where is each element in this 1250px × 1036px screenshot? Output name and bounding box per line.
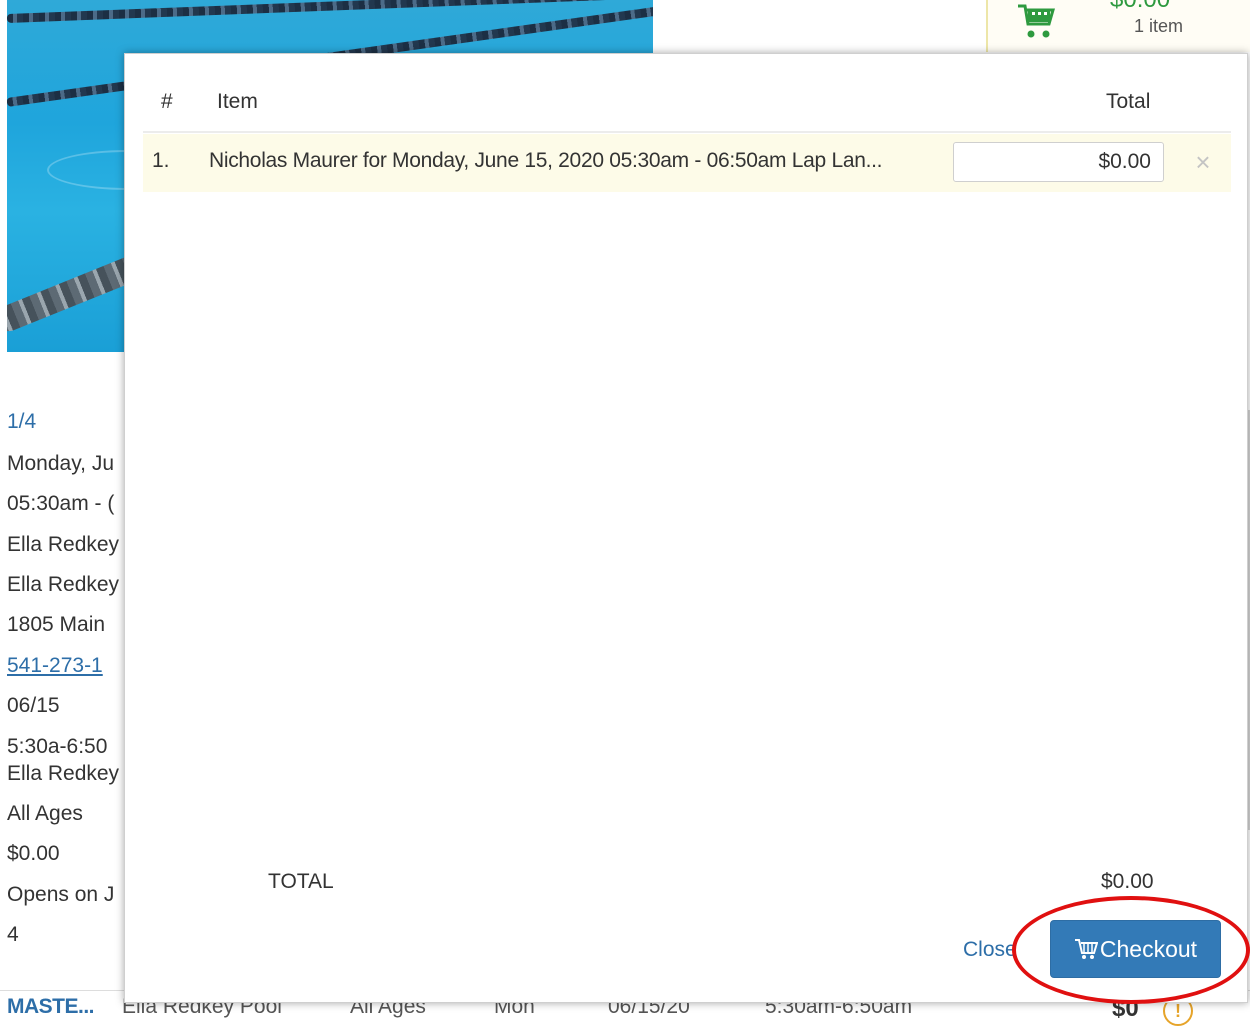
- close-x-icon[interactable]: ×: [1189, 148, 1217, 176]
- column-header-total: Total: [1106, 90, 1151, 113]
- session-short-facility: Ella Redkey: [7, 762, 120, 785]
- checkout-label: Checkout: [1099, 935, 1198, 962]
- session-short-date: 06/15: [7, 694, 60, 717]
- checkout-button[interactable]: Checkout: [1050, 920, 1221, 978]
- cart-item-number: 1.: [152, 149, 170, 172]
- column-header-number: #: [161, 90, 173, 113]
- session-address: 1805 Main: [7, 613, 106, 636]
- total-label: TOTAL: [268, 870, 334, 893]
- cart-item-description: Nicholas Maurer for Monday, June 15, 202…: [209, 149, 883, 172]
- cart-icon: [1018, 4, 1055, 38]
- cart-icon: [1074, 939, 1098, 959]
- session-short-time: 5:30a-6:50: [7, 735, 108, 758]
- cart-total: $0.00: [1110, 0, 1170, 14]
- total-value: $0.00: [1101, 870, 1154, 893]
- session-price: $0.00: [7, 842, 60, 865]
- mini-cart[interactable]: $0.00 1 item: [986, 0, 1250, 52]
- column-header-item: Item: [217, 90, 258, 113]
- cart-item-price-input[interactable]: [953, 142, 1164, 182]
- session-date: Monday, Ju: [7, 452, 114, 475]
- cart-modal: # Item Total 1. Nicholas Maurer for Mond…: [124, 53, 1248, 1003]
- session-spots: 4: [7, 923, 19, 946]
- session-opens: Opens on J: [7, 883, 115, 906]
- cart-item-count: 1 item: [1134, 16, 1184, 36]
- close-button[interactable]: Close: [963, 938, 1017, 962]
- header-divider: [143, 131, 1231, 133]
- session-time: 05:30am - (: [7, 492, 115, 515]
- cart-item-row: 1. Nicholas Maurer for Monday, June 15, …: [143, 134, 1231, 192]
- session-counter-link[interactable]: 1/4: [7, 410, 36, 434]
- session-location: Ella Redkey: [7, 573, 120, 596]
- session-phone-link[interactable]: 541-273-1: [7, 654, 103, 678]
- session-ages: All Ages: [7, 802, 83, 825]
- program-name[interactable]: MASTE...: [7, 995, 95, 1019]
- session-facility: Ella Redkey: [7, 533, 120, 556]
- session-details: 1/4 Monday, Ju 05:30am - ( Ella Redkey E…: [7, 408, 127, 948]
